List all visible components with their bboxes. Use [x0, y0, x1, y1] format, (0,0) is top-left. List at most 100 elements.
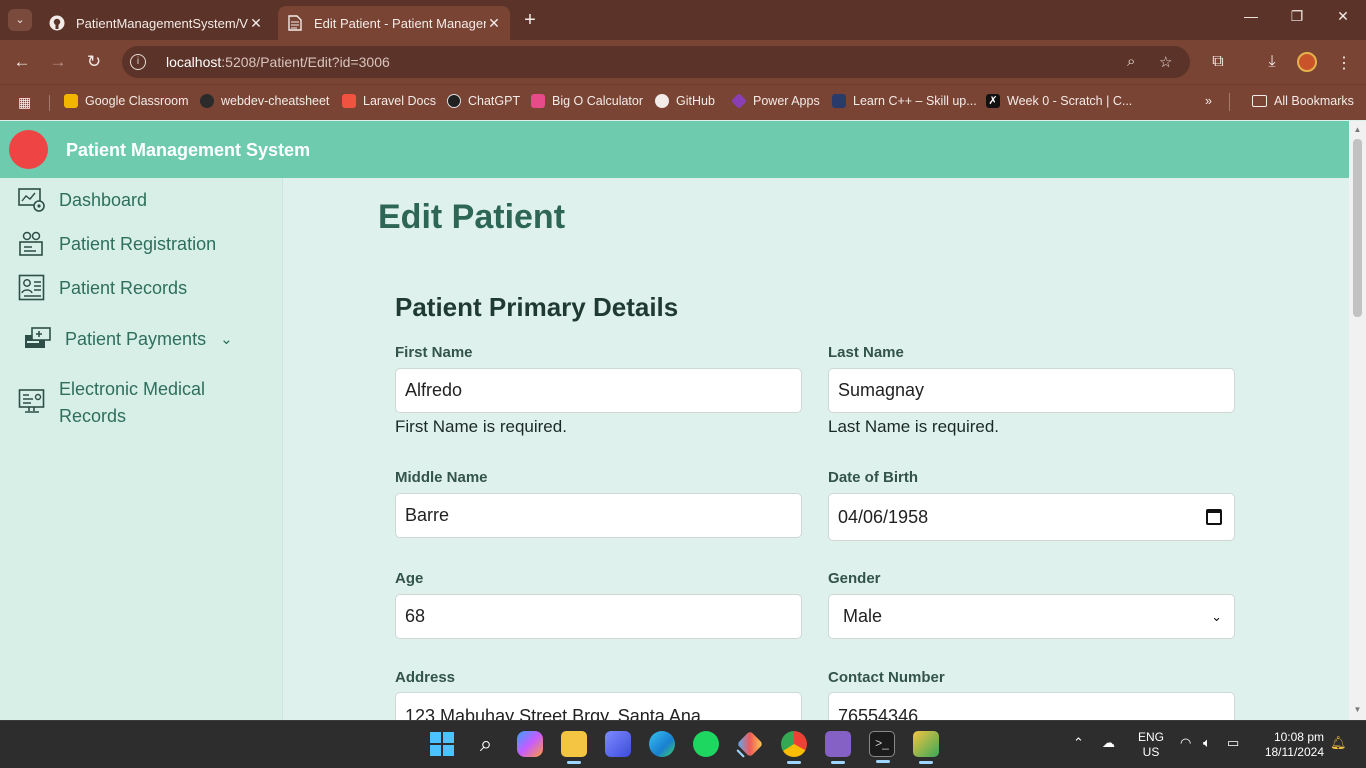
app-icon[interactable]: [605, 731, 631, 757]
last-name-label: Last Name: [828, 344, 904, 361]
app-header: Patient Management System: [0, 121, 1349, 178]
bookmark-google-classroom[interactable]: Google Classroom: [64, 94, 189, 108]
first-name-label: First Name: [395, 344, 473, 361]
apps-grid-icon[interactable]: ▦: [18, 94, 31, 111]
onedrive-icon[interactable]: ☁: [1102, 735, 1115, 751]
snipping-tool-icon[interactable]: [736, 730, 764, 758]
scrollbar-thumb[interactable]: [1353, 139, 1362, 317]
bookmark-github[interactable]: GitHub: [655, 94, 715, 108]
cpp-icon: [832, 94, 846, 108]
app-icon[interactable]: [913, 731, 939, 764]
restore-icon[interactable]: ❐: [1284, 8, 1310, 25]
sidebar-item-label: Records: [59, 406, 127, 426]
terminal-icon[interactable]: >_: [869, 731, 895, 763]
reload-button[interactable]: ↻: [84, 52, 104, 72]
windows-start-icon[interactable]: [429, 731, 455, 757]
site-info-icon[interactable]: i: [130, 54, 146, 70]
github-icon: [655, 94, 669, 108]
chrome-icon[interactable]: [781, 731, 807, 764]
search-icon[interactable]: ⌕: [473, 731, 499, 757]
sidebar-item-label: Dashboard: [59, 189, 148, 210]
browser-toolbar: ← → ↻ i localhost:5208/Patient/Edit?id=3…: [0, 40, 1366, 84]
sidebar-item-patient-registration[interactable]: Patient Registration: [18, 230, 216, 258]
zoom-icon[interactable]: ⌕: [1127, 53, 1135, 70]
window-close-icon[interactable]: ✕: [1330, 8, 1356, 25]
chevron-down-icon: ⌄: [1211, 609, 1222, 624]
close-tab-icon[interactable]: ✕: [248, 15, 264, 32]
language-indicator[interactable]: ENG US: [1138, 730, 1164, 760]
sidebar-item-electronic-medical-records[interactable]: Electronic Medical Records: [18, 376, 205, 430]
first-name-error: First Name is required.: [395, 417, 567, 436]
minimize-icon[interactable]: —: [1238, 8, 1264, 24]
browser-tab-github[interactable]: PatientManagementSystem/Vie ✕: [40, 6, 272, 40]
last-name-field[interactable]: Sumagnay: [828, 368, 1235, 413]
wifi-icon[interactable]: ◠: [1180, 735, 1191, 751]
page-scrollbar[interactable]: ▲ ▼: [1349, 121, 1366, 720]
bigo-icon: [531, 94, 545, 108]
bookmark-big-o-calculator[interactable]: Big O Calculator: [531, 94, 643, 108]
registration-icon: [18, 230, 46, 258]
downloads-icon[interactable]: ⤓: [1261, 53, 1283, 71]
page-icon: [286, 14, 304, 32]
system-clock[interactable]: 10:08 pm 18/11/2024: [1258, 730, 1324, 760]
dob-field[interactable]: 04/06/1958: [828, 493, 1235, 541]
visual-studio-icon[interactable]: [825, 731, 851, 764]
records-icon: [18, 274, 46, 302]
bookmark-webdev-cheatsheet[interactable]: webdev-cheatsheet: [200, 94, 329, 108]
tray-overflow-icon[interactable]: ⌃: [1073, 735, 1084, 751]
address-bar[interactable]: i localhost:5208/Patient/Edit?id=3006 ⌕ …: [122, 46, 1190, 78]
dashboard-icon: [18, 186, 46, 214]
middle-name-field[interactable]: Barre: [395, 493, 802, 538]
clock-date: 18/11/2024: [1264, 745, 1324, 759]
browser-tab-edit-patient[interactable]: Edit Patient - Patient Managem ✕: [278, 6, 510, 40]
scroll-down-icon[interactable]: ▼: [1353, 705, 1362, 714]
bookmark-learn-cpp[interactable]: Learn C++ – Skill up...: [832, 94, 977, 108]
contact-number-label: Contact Number: [828, 669, 945, 686]
gender-value: Male: [843, 606, 883, 626]
all-bookmarks-button[interactable]: All Bookmarks: [1252, 94, 1354, 108]
dob-value: 04/06/1958: [838, 506, 929, 527]
spotify-icon[interactable]: [693, 731, 719, 757]
close-tab-icon[interactable]: ✕: [486, 15, 502, 32]
battery-icon[interactable]: ▭: [1227, 735, 1239, 751]
profile-avatar[interactable]: [1297, 52, 1317, 72]
back-button[interactable]: ←: [12, 52, 32, 72]
extensions-icon[interactable]: ⧉: [1207, 53, 1229, 71]
app-logo[interactable]: [9, 130, 48, 169]
copilot-icon[interactable]: [517, 731, 543, 757]
windows-taskbar: ⌕ >_ ⌃ ☁ ENG US ◠ 🔈︎ ▭ 10:08 pm 18/11/20…: [0, 720, 1366, 768]
first-name-field[interactable]: Alfredo: [395, 368, 802, 413]
webdev-icon: [200, 94, 214, 108]
age-field[interactable]: 68: [395, 594, 802, 639]
bookmark-week0-scratch[interactable]: ✗ Week 0 - Scratch | C...: [986, 94, 1132, 108]
sidebar-item-dashboard[interactable]: Dashboard: [18, 186, 147, 214]
calendar-icon[interactable]: [1206, 509, 1222, 525]
sidebar-item-patient-records[interactable]: Patient Records: [18, 274, 187, 302]
bookmark-chatgpt[interactable]: ChatGPT: [447, 94, 520, 108]
clock-time: 10:08 pm: [1273, 730, 1324, 744]
address-label: Address: [395, 669, 456, 686]
bookmark-star-icon[interactable]: ☆: [1159, 53, 1172, 71]
gender-select[interactable]: Male ⌄: [828, 594, 1235, 639]
url-text[interactable]: localhost:5208/Patient/Edit?id=3006: [166, 54, 390, 70]
bookmark-power-apps[interactable]: Power Apps: [731, 93, 820, 109]
bookmark-laravel-docs[interactable]: Laravel Docs: [342, 94, 436, 108]
edge-icon[interactable]: [649, 731, 675, 757]
tab-title: Edit Patient - Patient Managem: [314, 15, 486, 31]
folder-icon: [1252, 95, 1267, 107]
tab-search-button[interactable]: ⌄: [8, 9, 32, 31]
sidebar-item-patient-payments[interactable]: Patient Payments ⌄: [24, 325, 233, 353]
forward-button[interactable]: →: [48, 52, 68, 72]
file-explorer-icon[interactable]: [561, 731, 587, 764]
tab-title: PatientManagementSystem/Vie: [76, 15, 248, 31]
bookmarks-bar: ▦ Google Classroom webdev-cheatsheet Lar…: [0, 84, 1366, 120]
app-title[interactable]: Patient Management System: [66, 140, 310, 161]
new-tab-button[interactable]: +: [520, 10, 540, 30]
notification-bell-icon[interactable]: 🔔︎: [1330, 735, 1347, 751]
page-title: Edit Patient: [378, 198, 566, 236]
scroll-up-icon[interactable]: ▲: [1353, 125, 1362, 134]
more-bookmarks-icon[interactable]: »: [1205, 94, 1212, 108]
volume-icon[interactable]: 🔈︎: [1203, 735, 1211, 751]
menu-icon[interactable]: ⋮: [1333, 53, 1355, 73]
chevron-down-icon[interactable]: ⌄: [220, 330, 233, 348]
